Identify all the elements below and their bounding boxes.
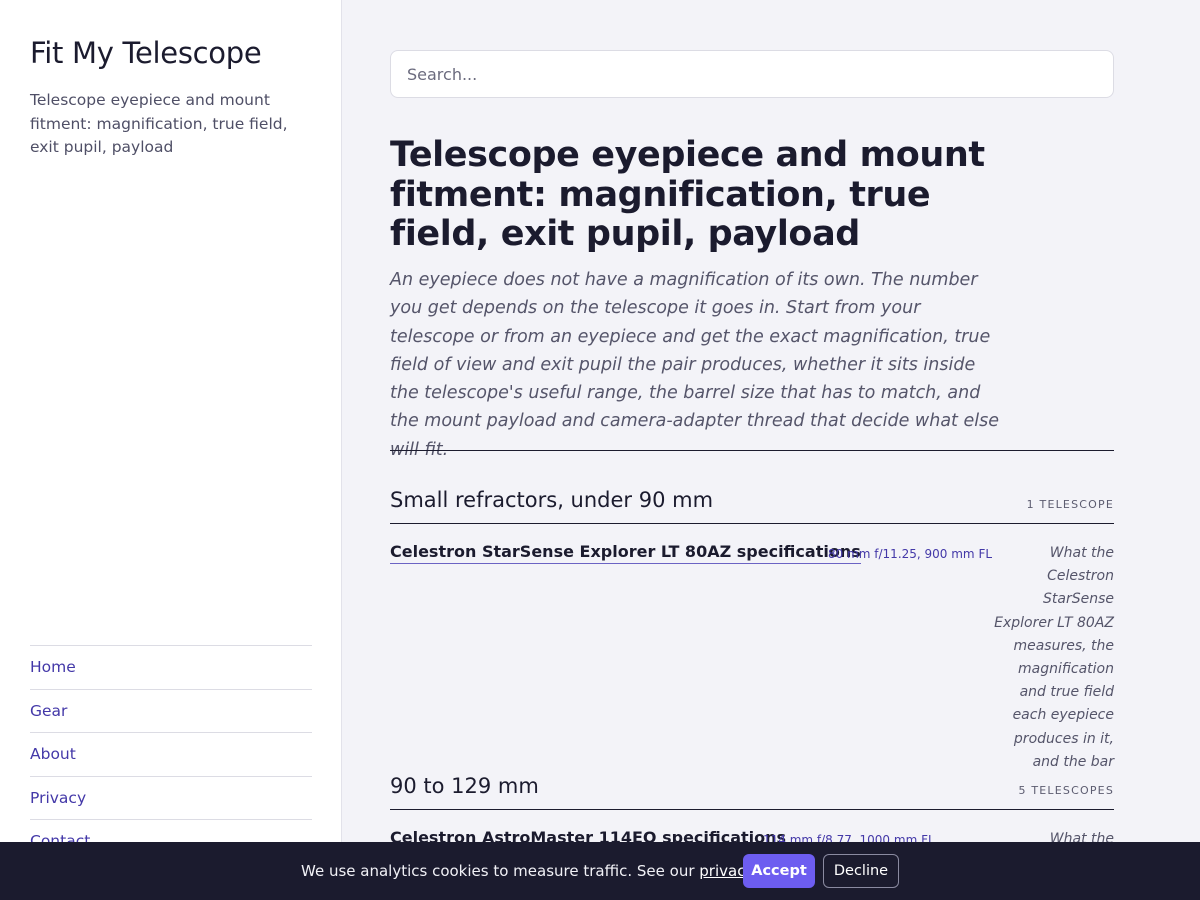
search-input[interactable] [390, 50, 1114, 98]
section-heading: Small refractors, under 90 mm 1 TELESCOP… [390, 488, 1114, 524]
sidebar: Fit My Telescope Telescope eyepiece and … [0, 0, 342, 900]
site-title[interactable]: Fit My Telescope [30, 36, 262, 70]
section-heading: 90 to 129 mm 5 TELESCOPES [390, 774, 1114, 810]
nav-about[interactable]: About [30, 732, 312, 776]
nav-home[interactable]: Home [30, 645, 312, 689]
cookie-banner: We use analytics cookies to measure traf… [0, 842, 1200, 900]
cookie-message: We use analytics cookies to measure traf… [301, 862, 810, 880]
nav-privacy[interactable]: Privacy [30, 775, 312, 820]
sidebar-nav: Home Gear About Privacy Contact [30, 645, 312, 863]
page-title: Telescope eyepiece and mount fitment: ma… [390, 135, 985, 254]
section-count: 5 TELESCOPES [1018, 784, 1114, 797]
telescope-description: What the Celestron StarSense Explorer LT… [994, 545, 1114, 770]
section-count: 1 TELESCOPE [1026, 498, 1114, 511]
decline-button[interactable]: Decline [823, 854, 899, 888]
nav-gear[interactable]: Gear [30, 688, 312, 733]
site-tagline: Telescope eyepiece and mount fitment: ma… [30, 91, 288, 156]
page-intro: An eyepiece does not have a magnificatio… [390, 270, 999, 460]
telescope-specs: 80 mm f/11.25, 900 mm FL [828, 547, 993, 561]
section-title: Small refractors, under 90 mm [390, 488, 714, 512]
divider [390, 450, 1114, 451]
telescope-link[interactable]: Celestron StarSense Explorer LT 80AZ spe… [390, 542, 861, 564]
cookie-text: We use analytics cookies to measure traf… [301, 862, 700, 880]
section-title: 90 to 129 mm [390, 774, 539, 798]
accept-button[interactable]: Accept [743, 854, 815, 888]
